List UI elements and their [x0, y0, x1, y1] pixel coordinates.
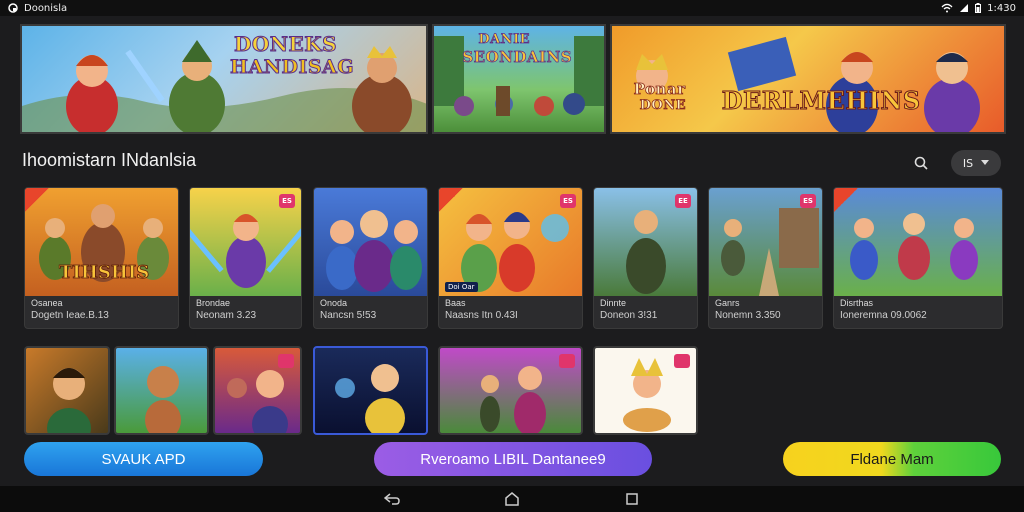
game-card[interactable]: TIHSHIS Osanea Dogetn Ieae.B.13 — [24, 187, 179, 329]
back-button[interactable] — [380, 489, 404, 509]
game-card-badge: ES — [800, 194, 816, 208]
game-card-tag: Doi Oar — [445, 282, 478, 292]
banner-1[interactable]: DONEKS HANDISAG — [20, 24, 429, 134]
banner-3-title-line3: DERLMEHINS — [721, 86, 921, 116]
chevron-down-icon — [981, 160, 990, 165]
tile-badge — [278, 354, 294, 368]
game-card[interactable]: ES Doi Oar Baas Naasns Itn 0.43I — [438, 187, 583, 329]
card-ribbon — [439, 188, 463, 212]
game-card-meta: Neonam 3.23 — [196, 310, 257, 321]
game-card-name: Dinnte — [600, 298, 627, 308]
home-button[interactable] — [500, 489, 524, 509]
game-card-meta: Nancsn 5!53 — [320, 310, 377, 321]
game-card-name: Disrthas — [840, 298, 874, 308]
banner-3-title-line1: Ponar — [633, 80, 686, 99]
banner-1-title-line1: DONEKS — [233, 32, 338, 57]
game-card[interactable]: ES Ganrs Nonemn 3.350 — [708, 187, 823, 329]
back-icon — [384, 493, 400, 505]
game-card-name: Onoda — [320, 298, 348, 308]
game-tile[interactable] — [213, 346, 302, 435]
game-card-meta: Naasns Itn 0.43I — [445, 310, 518, 321]
search-icon — [914, 156, 928, 170]
game-card-thumbnail: ES Doi Oar — [439, 188, 582, 296]
banner-carousel: DONEKS HANDISAG DANIE SEONDAINS Ponar DO… — [20, 24, 1006, 134]
game-card-name: Baas — [445, 298, 466, 308]
game-card-meta: Dogetn Ieae.B.13 — [31, 310, 109, 321]
primary-action-button[interactable]: SVAUK APD — [24, 442, 263, 476]
banner-3[interactable]: Ponar DONE DERLMEHINS — [609, 24, 1006, 134]
signal-icon — [959, 3, 969, 13]
game-card-thumbnail: ES — [190, 188, 301, 296]
filter-label: IS — [962, 156, 974, 170]
app-icon — [8, 3, 18, 13]
game-card[interactable]: ES Brondae Neonam 3.23 — [189, 187, 302, 329]
filter-dropdown[interactable]: IS — [951, 150, 1001, 176]
game-tile[interactable] — [593, 346, 698, 435]
game-card-thumbnail — [314, 188, 427, 296]
game-tile[interactable] — [114, 346, 209, 435]
game-card-thumbnail — [834, 188, 1002, 296]
game-tile[interactable] — [24, 346, 110, 435]
game-tile[interactable] — [313, 346, 428, 435]
game-card-name: Ganrs — [715, 298, 740, 308]
recents-button[interactable] — [620, 489, 644, 509]
game-card-art-title: TIHSHIS — [59, 262, 150, 284]
card-ribbon — [834, 188, 858, 212]
game-card-badge: EE — [675, 194, 691, 208]
status-bar: Doonisla 1:430 — [0, 0, 1024, 16]
banner-1-title-line2: HANDISAG — [229, 56, 355, 79]
tile-badge — [674, 354, 690, 368]
banner-3-title-line2: DONE — [639, 98, 687, 114]
section-title: Ihoomistarn INdanlsia — [22, 150, 197, 170]
wifi-icon — [941, 3, 953, 13]
game-card-thumbnail: ES — [709, 188, 822, 296]
game-card-meta: Ioneremna 09.0062 — [840, 310, 927, 321]
game-card[interactable]: EE Dinnte Doneon 3!31 — [593, 187, 698, 329]
banner-2-title-line1: DANIE — [478, 32, 531, 48]
app-name: Doonisla — [24, 2, 68, 14]
banner-2[interactable]: DANIE SEONDAINS — [432, 24, 606, 134]
game-card-meta: Doneon 3!31 — [600, 310, 658, 321]
status-time: 1:430 — [987, 2, 1016, 14]
game-card-thumbnail: TIHSHIS — [25, 188, 178, 296]
game-card[interactable]: Disrthas Ioneremna 09.0062 — [833, 187, 1003, 329]
secondary-action-button[interactable]: Rveroamo LIBIL Dantanee9 — [374, 442, 652, 476]
tile-badge — [559, 354, 575, 368]
banner-2-title-line2: SEONDAINS — [462, 48, 573, 67]
game-card-name: Osanea — [31, 298, 63, 308]
game-card-badge: ES — [560, 194, 576, 208]
battery-icon — [975, 3, 982, 13]
home-icon — [505, 492, 519, 506]
game-card-meta: Nonemn 3.350 — [715, 310, 781, 321]
game-card-name: Brondae — [196, 298, 231, 308]
game-card-thumbnail: EE — [594, 188, 697, 296]
game-card[interactable]: Onoda Nancsn 5!53 — [313, 187, 428, 329]
tertiary-action-button[interactable]: Fldane Mam — [783, 442, 1001, 476]
game-card-badge: ES — [279, 194, 295, 208]
recents-icon — [626, 493, 638, 505]
system-nav-bar — [0, 486, 1024, 512]
search-button[interactable] — [910, 152, 932, 174]
card-ribbon — [25, 188, 49, 212]
game-tile[interactable] — [438, 346, 583, 435]
